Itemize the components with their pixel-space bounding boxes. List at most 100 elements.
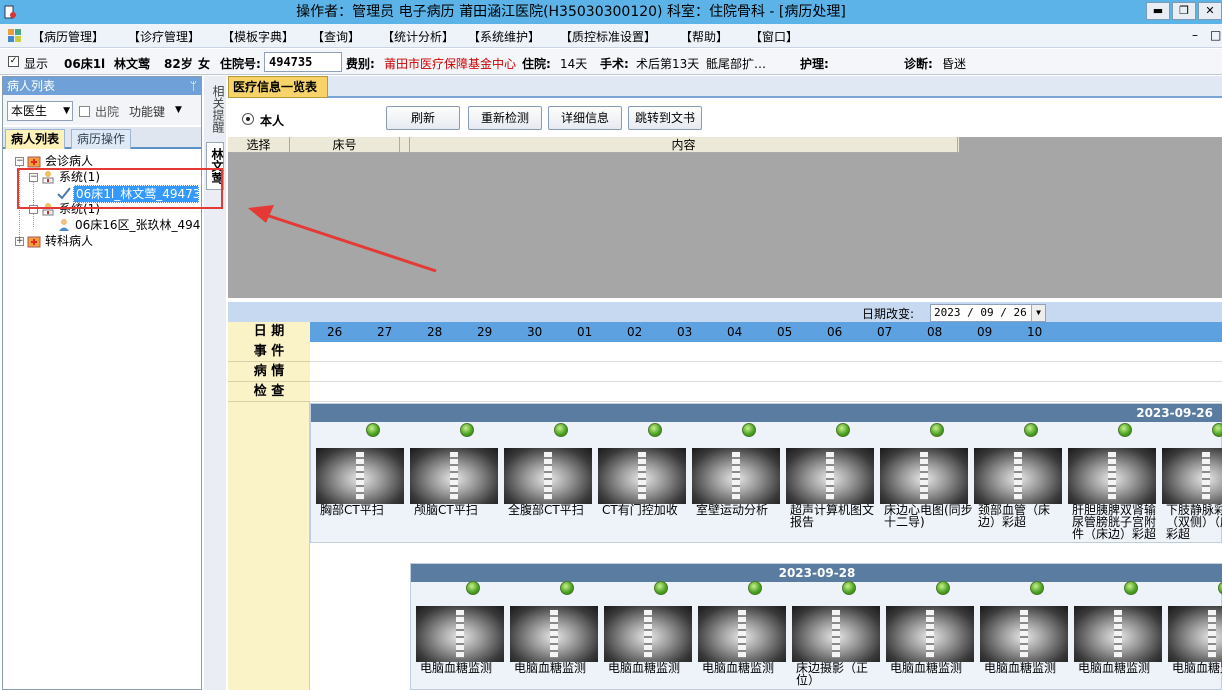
- exam-item-label[interactable]: 胸部CT平扫: [320, 504, 410, 542]
- status-dot-icon[interactable]: [1024, 423, 1038, 437]
- date-cell[interactable]: 28: [427, 322, 442, 342]
- status-dot-icon[interactable]: [1212, 423, 1222, 437]
- exam-item-label[interactable]: 室壁运动分析: [696, 504, 786, 542]
- status-dot-icon[interactable]: [654, 581, 668, 595]
- date-picker[interactable]: 2023 / 09 / 26 ▼: [930, 304, 1046, 322]
- collapse-icon[interactable]: −: [29, 173, 38, 182]
- tab-related-reminders[interactable]: 相关提醒: [206, 80, 225, 138]
- menu-window[interactable]: 【窗口】: [750, 28, 798, 45]
- collapse-icon[interactable]: −: [29, 205, 38, 214]
- jump-to-document-button[interactable]: 跳转到文书: [628, 106, 702, 130]
- date-cell[interactable]: 29: [477, 322, 492, 342]
- status-dot-icon[interactable]: [748, 581, 762, 595]
- exam-item-label[interactable]: 电脑血糖监测: [702, 662, 792, 690]
- function-dropdown-icon[interactable]: ▼: [175, 105, 182, 115]
- tab-patient-list[interactable]: 病人列表: [5, 129, 66, 149]
- status-dot-icon[interactable]: [742, 423, 756, 437]
- exam-item-label[interactable]: 电脑血糖监测: [1078, 662, 1168, 690]
- menu-record-management[interactable]: 【病历管理】: [32, 28, 104, 45]
- date-cell[interactable]: 07: [877, 322, 892, 342]
- xray-thumbnail[interactable]: [692, 448, 780, 504]
- menu-statistics[interactable]: 【统计分析】: [382, 28, 454, 45]
- exam-item-label[interactable]: 电脑血糖监测: [608, 662, 698, 690]
- xray-thumbnail[interactable]: [792, 606, 880, 662]
- status-dot-icon[interactable]: [648, 423, 662, 437]
- date-cell[interactable]: 03: [677, 322, 692, 342]
- status-dot-icon[interactable]: [366, 423, 380, 437]
- exam-item-label[interactable]: CT有门控加收: [602, 504, 692, 542]
- xray-thumbnail[interactable]: [1162, 448, 1222, 504]
- chevron-down-icon[interactable]: ▼: [1031, 305, 1045, 321]
- xray-thumbnail[interactable]: [604, 606, 692, 662]
- date-cell[interactable]: 27: [377, 322, 392, 342]
- status-dot-icon[interactable]: [836, 423, 850, 437]
- tree-node-patient-1[interactable]: 06床1l_林文莺_494735: [43, 185, 203, 203]
- xray-thumbnail[interactable]: [880, 448, 968, 504]
- exam-item-label[interactable]: 肝胆胰脾双肾输尿管膀胱子宫附件（床边）彩超: [1072, 504, 1162, 542]
- status-dot-icon[interactable]: [1218, 581, 1222, 595]
- tree-node-patient-2[interactable]: 06床16区_张玖林_49481: [43, 217, 201, 233]
- exam-item-label[interactable]: 电脑血糖监测: [420, 662, 510, 690]
- exam-item-label[interactable]: 床边摄影（正位）: [796, 662, 886, 690]
- status-dot-icon[interactable]: [1118, 423, 1132, 437]
- status-dot-icon[interactable]: [554, 423, 568, 437]
- xray-thumbnail[interactable]: [1068, 448, 1156, 504]
- menu-template-dictionary[interactable]: 【模板字典】: [222, 28, 294, 45]
- date-cell[interactable]: 30: [527, 322, 542, 342]
- details-button[interactable]: 详细信息: [548, 106, 622, 130]
- recheck-button[interactable]: 重新检测: [468, 106, 542, 130]
- xray-thumbnail[interactable]: [974, 448, 1062, 504]
- menu-query[interactable]: 【查询】: [312, 28, 360, 45]
- expand-icon[interactable]: +: [15, 237, 24, 246]
- tree-node-system-2[interactable]: − 系统(1): [27, 201, 197, 217]
- xray-thumbnail[interactable]: [410, 448, 498, 504]
- doctor-select[interactable]: 本医生 ▼: [7, 101, 73, 121]
- date-cell[interactable]: 02: [627, 322, 642, 342]
- tree-node-consult[interactable]: − 会诊病人: [13, 153, 193, 169]
- date-cell[interactable]: 08: [927, 322, 942, 342]
- xray-thumbnail[interactable]: [510, 606, 598, 662]
- status-dot-icon[interactable]: [936, 581, 950, 595]
- tab-medical-info-overview[interactable]: 医疗信息一览表: [228, 76, 329, 98]
- date-cell[interactable]: 04: [727, 322, 742, 342]
- exam-item-label[interactable]: 颅脑CT平扫: [414, 504, 504, 542]
- xray-thumbnail[interactable]: [786, 448, 874, 504]
- show-checkbox[interactable]: ✓: [8, 56, 19, 67]
- col-select[interactable]: 选择: [228, 137, 290, 153]
- exam-item-label[interactable]: 床边心电图(同步十二导): [884, 504, 974, 542]
- xray-thumbnail[interactable]: [598, 448, 686, 504]
- collapse-icon[interactable]: −: [15, 157, 24, 166]
- menu-qc-settings[interactable]: 【质控标准设置】: [560, 28, 656, 45]
- mdi-restore-button[interactable]: □: [1210, 28, 1221, 42]
- xray-thumbnail[interactable]: [980, 606, 1068, 662]
- function-key-button[interactable]: 功能键: [129, 103, 165, 120]
- minimize-button[interactable]: ▬: [1146, 2, 1170, 20]
- discharged-checkbox[interactable]: [79, 106, 90, 117]
- date-cell[interactable]: 01: [577, 322, 592, 342]
- xray-thumbnail[interactable]: [1168, 606, 1222, 662]
- status-dot-icon[interactable]: [1124, 581, 1138, 595]
- pin-icon[interactable]: ᛘ: [190, 77, 197, 95]
- date-cell[interactable]: 05: [777, 322, 792, 342]
- xray-thumbnail[interactable]: [416, 606, 504, 662]
- menu-help[interactable]: 【帮助】: [680, 28, 728, 45]
- close-button[interactable]: ✕: [1198, 2, 1222, 20]
- exam-item-label[interactable]: 全腹部CT平扫: [508, 504, 598, 542]
- refresh-button[interactable]: 刷新: [386, 106, 460, 130]
- status-dot-icon[interactable]: [930, 423, 944, 437]
- exam-item-label[interactable]: 电脑血糖监测: [984, 662, 1074, 690]
- tree-node-system-1[interactable]: − 系统(1): [27, 169, 197, 185]
- exam-item-label[interactable]: 电脑血糖监测: [1172, 662, 1222, 690]
- col-content[interactable]: 内容: [410, 137, 958, 153]
- tab-record-operations[interactable]: 病历操作: [71, 129, 132, 149]
- inpatient-no-field[interactable]: 494735: [264, 52, 342, 72]
- xray-thumbnail[interactable]: [886, 606, 974, 662]
- status-dot-icon[interactable]: [1030, 581, 1044, 595]
- status-dot-icon[interactable]: [560, 581, 574, 595]
- exam-item-label[interactable]: 下肢静脉彩超（双侧）（床边）彩超: [1166, 504, 1222, 542]
- xray-thumbnail[interactable]: [698, 606, 786, 662]
- exam-item-label[interactable]: 颈部血管（床边）彩超: [978, 504, 1068, 542]
- menu-system-maintenance[interactable]: 【系统维护】: [468, 28, 540, 45]
- status-dot-icon[interactable]: [466, 581, 480, 595]
- mdi-minimize-button[interactable]: –: [1192, 28, 1198, 42]
